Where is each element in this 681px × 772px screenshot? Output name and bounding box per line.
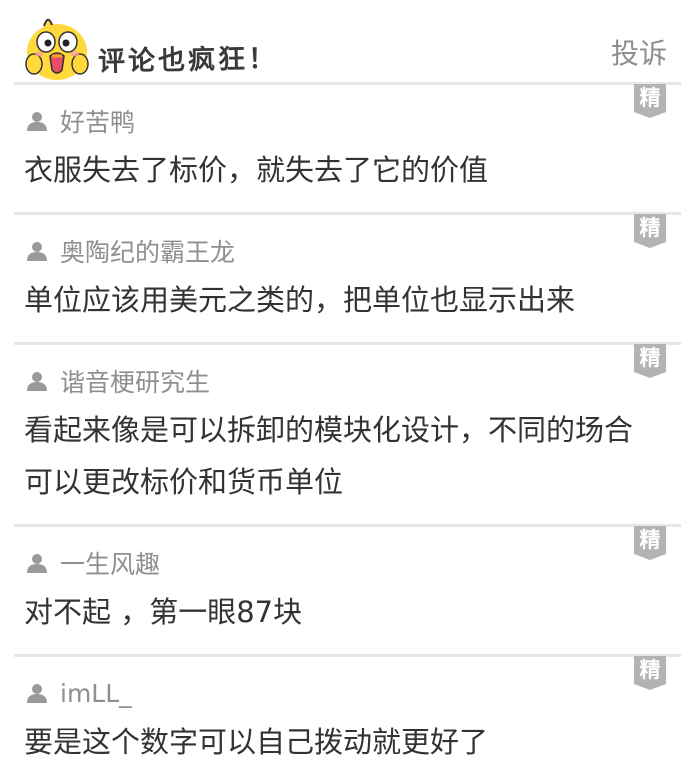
- divider: [14, 524, 681, 527]
- featured-badge-label: 精: [639, 86, 661, 110]
- featured-badge: 精: [634, 344, 666, 378]
- user-icon: [27, 242, 47, 261]
- user-row: 谐音梗研究生: [26, 364, 210, 398]
- comment-text: 衣服失去了标价，就失去了它的价值: [24, 153, 489, 187]
- comment-list: 精 好苦鸭 衣服失去了标价，就失去了它的价值 精 奥陶纪的霸王龙 单位应该用美元…: [0, 82, 681, 772]
- user-row: imLL_: [26, 676, 132, 710]
- comment-item: 精 好苦鸭 衣服失去了标价，就失去了它的价值: [0, 82, 681, 212]
- divider: [14, 342, 681, 345]
- username[interactable]: 奥陶纪的霸王龙: [60, 233, 235, 269]
- user-row: 一生风趣: [26, 546, 160, 580]
- username[interactable]: 好苦鸭: [60, 103, 135, 139]
- username[interactable]: 谐音梗研究生: [60, 363, 210, 399]
- user-row: 奥陶纪的霸王龙: [26, 234, 235, 268]
- featured-badge: 精: [634, 214, 666, 248]
- user-icon: [27, 112, 47, 131]
- report-button[interactable]: 投诉: [611, 32, 667, 72]
- featured-badge: 精: [634, 656, 666, 690]
- featured-badge-label: 精: [639, 658, 661, 682]
- comments-header: 评论也疯狂！ 投诉: [0, 0, 681, 86]
- featured-badge: 精: [634, 526, 666, 560]
- comment-text: 看起来像是可以拆卸的模块化设计，不同的场合可以更改标价和货币单位: [24, 413, 634, 499]
- user-row: 好苦鸭: [26, 104, 135, 138]
- featured-badge: 精: [634, 84, 666, 118]
- username[interactable]: imLL_: [60, 679, 132, 708]
- divider: [14, 654, 681, 657]
- comment-text: 要是这个数字可以自己拨动就更好了: [24, 725, 489, 759]
- featured-badge-label: 精: [639, 528, 661, 552]
- yellow-chick-mascot-icon: [25, 18, 89, 80]
- user-icon: [27, 554, 47, 573]
- divider: [14, 82, 681, 85]
- featured-badge-label: 精: [639, 216, 661, 240]
- comment-item: 精 imLL_ 要是这个数字可以自己拨动就更好了: [0, 654, 681, 772]
- user-icon: [27, 684, 47, 703]
- comment-text: 对不起 ，第一眼87块: [24, 595, 303, 629]
- featured-badge-label: 精: [639, 346, 661, 370]
- divider: [14, 212, 681, 215]
- section-title: 评论也疯狂！: [97, 43, 279, 78]
- username[interactable]: 一生风趣: [60, 545, 160, 581]
- comment-text: 单位应该用美元之类的，把单位也显示出来: [24, 283, 576, 317]
- user-icon: [27, 372, 47, 391]
- comment-item: 精 奥陶纪的霸王龙 单位应该用美元之类的，把单位也显示出来: [0, 212, 681, 342]
- comment-item: 精 谐音梗研究生 看起来像是可以拆卸的模块化设计，不同的场合可以更改标价和货币单…: [0, 342, 681, 524]
- comment-item: 精 一生风趣 对不起 ，第一眼87块: [0, 524, 681, 654]
